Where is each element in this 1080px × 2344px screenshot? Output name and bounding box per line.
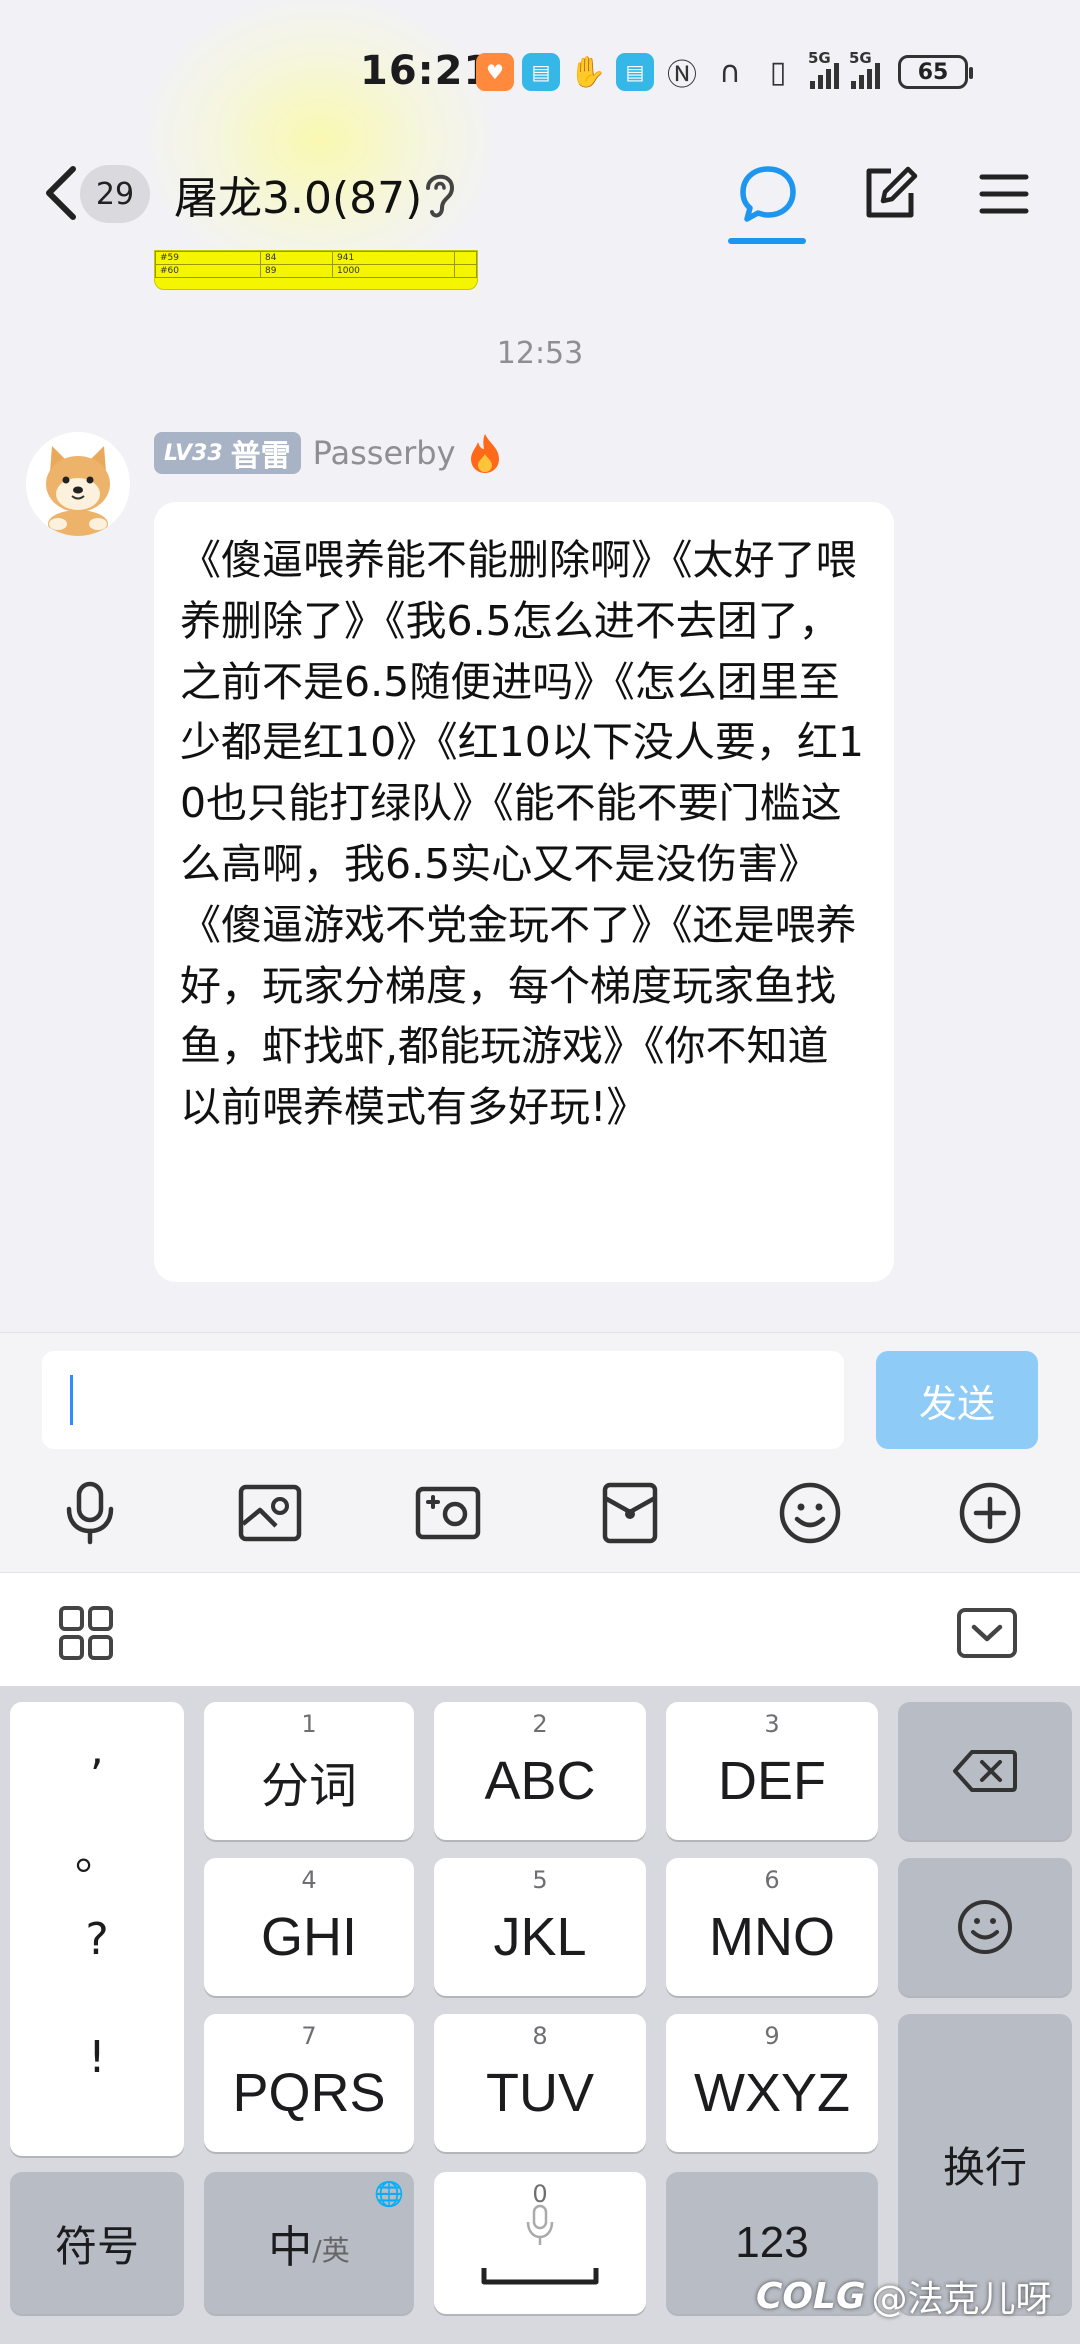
key-5[interactable]: 5 JKL bbox=[434, 1858, 646, 1996]
member-tag: 普雷 bbox=[230, 439, 291, 474]
level-badge: LV33 普雷 bbox=[154, 432, 301, 474]
smiley-icon bbox=[958, 1900, 1012, 1954]
status-bar: 16:21 ♥ ▤ ✋ ▤ Ⓝ ∩ ▯ 5G 5G 65 bbox=[0, 0, 1080, 280]
camera-button[interactable] bbox=[408, 1473, 488, 1553]
status-icons: ♥ ▤ ✋ ▤ Ⓝ ∩ ▯ 5G 5G 65 bbox=[476, 49, 973, 94]
voice-button[interactable] bbox=[50, 1473, 130, 1553]
headphones-icon: ∩ bbox=[719, 54, 741, 90]
message-bubble[interactable]: 《傻逼喂养能不能删除啊》《太好了喂养删除了》《我6.5怎么进不去团了，之前不是6… bbox=[154, 502, 894, 1282]
watermark-user: @法克儿呀 bbox=[871, 2279, 1052, 2320]
active-tab-indicator bbox=[728, 238, 806, 244]
punctuation-column[interactable]: , 。 ? ! bbox=[10, 1702, 184, 2156]
key-8[interactable]: 8 TUV bbox=[434, 2014, 646, 2152]
sender-name[interactable]: Passerby bbox=[313, 434, 456, 472]
battery-icon: 65 bbox=[898, 55, 973, 89]
enter-key[interactable]: 换行 bbox=[898, 2014, 1072, 2314]
table-row: #59 84 941 bbox=[155, 251, 477, 265]
red-packet-icon bbox=[602, 1482, 658, 1544]
status-time: 16:21 bbox=[360, 48, 493, 94]
image-message-snippet[interactable]: #59 84 941 #60 89 1000 bbox=[154, 250, 478, 290]
fire-icon bbox=[470, 434, 499, 473]
sender-info: LV33 普雷 Passerby bbox=[154, 430, 502, 476]
edit-icon bbox=[866, 166, 918, 218]
punct-comma-key[interactable]: , bbox=[10, 1724, 184, 1775]
signal-1-icon: 5G bbox=[808, 49, 839, 89]
keyboard-toolbar bbox=[0, 1572, 1080, 1686]
image-icon bbox=[238, 1484, 302, 1542]
book-app-icon-2: ▤ bbox=[616, 53, 654, 91]
menu-button[interactable] bbox=[964, 154, 1044, 234]
microphone-icon bbox=[66, 1481, 114, 1545]
vibrate-icon: ▯ bbox=[769, 54, 787, 90]
emoji-button[interactable] bbox=[770, 1473, 850, 1553]
language-switch-key[interactable]: 🌐 中 /英 bbox=[204, 2172, 414, 2314]
table-row: #60 89 1000 bbox=[155, 264, 477, 278]
watermark: COLG @法克儿呀 bbox=[756, 2270, 1052, 2322]
more-button[interactable] bbox=[950, 1473, 1030, 1553]
shield-app-icon: ♥ bbox=[476, 53, 514, 91]
backspace-icon bbox=[953, 1750, 1017, 1792]
red-packet-button[interactable] bbox=[590, 1473, 670, 1553]
microphone-icon bbox=[526, 2204, 554, 2245]
group-title[interactable]: 屠龙3.0(87) bbox=[174, 162, 422, 226]
ear-icon[interactable] bbox=[420, 166, 460, 222]
key-9[interactable]: 9 WXYZ bbox=[666, 2014, 878, 2152]
message-text: 《傻逼喂养能不能删除啊》《太好了喂养删除了》《我6.5怎么进不去团了，之前不是6… bbox=[180, 536, 864, 1132]
globe-icon: 🌐 bbox=[374, 2180, 404, 2208]
chat-bubble-button[interactable] bbox=[728, 154, 808, 234]
text-cursor bbox=[70, 1375, 73, 1425]
spreadsheet-image: #59 84 941 #60 89 1000 bbox=[155, 251, 477, 278]
key-7[interactable]: 7 PQRS bbox=[204, 2014, 414, 2152]
message-timestamp: 12:53 bbox=[496, 336, 584, 371]
punct-question-key[interactable]: ? bbox=[10, 1914, 184, 1965]
key-4[interactable]: 4 GHI bbox=[204, 1858, 414, 1996]
plus-circle-icon bbox=[959, 1482, 1021, 1544]
level-text: LV33 bbox=[164, 440, 223, 466]
colg-logo: COLG bbox=[756, 2275, 866, 2317]
t9-keyboard: , 。 ? ! 1 分词 2 ABC 3 DEF 4 GHI 5 JKL 6 M… bbox=[0, 1686, 1080, 2344]
key-1[interactable]: 1 分词 bbox=[204, 1702, 414, 1840]
backspace-key[interactable] bbox=[898, 1702, 1072, 1840]
menu-icon bbox=[979, 174, 1029, 214]
edit-button[interactable] bbox=[850, 154, 930, 234]
camera-icon bbox=[415, 1486, 481, 1540]
emoji-key[interactable] bbox=[898, 1858, 1072, 1996]
chat-header: 29 屠龙3.0(87) bbox=[0, 140, 1080, 250]
signal-2-icon: 5G bbox=[849, 49, 880, 89]
photo-button[interactable] bbox=[230, 1473, 310, 1553]
hide-keyboard-icon[interactable] bbox=[956, 1607, 1018, 1659]
key-3[interactable]: 3 DEF bbox=[666, 1702, 878, 1840]
punct-exclaim-key[interactable]: ! bbox=[10, 2032, 184, 2083]
doge-avatar-image bbox=[26, 432, 130, 536]
unread-count-badge[interactable]: 29 bbox=[80, 165, 150, 223]
hand-icon: ✋ bbox=[569, 54, 607, 90]
send-button[interactable]: 发送 bbox=[876, 1351, 1038, 1449]
composer: 发送 bbox=[0, 1332, 1080, 1572]
symbols-key[interactable]: 符号 bbox=[10, 2172, 184, 2314]
chevron-left-icon bbox=[46, 166, 76, 220]
key-2[interactable]: 2 ABC bbox=[434, 1702, 646, 1840]
battery-level: 65 bbox=[917, 59, 949, 85]
keyboard-menu-grid-icon[interactable] bbox=[58, 1605, 114, 1661]
message-input[interactable] bbox=[42, 1351, 844, 1449]
punct-period-key[interactable]: 。 bbox=[10, 1818, 184, 1882]
key-6[interactable]: 6 MNO bbox=[666, 1858, 878, 1996]
smiley-icon bbox=[779, 1482, 841, 1544]
book-app-icon: ▤ bbox=[522, 53, 560, 91]
space-key[interactable]: 0 bbox=[434, 2172, 646, 2314]
space-bar-icon bbox=[481, 2268, 599, 2285]
nfc-icon: Ⓝ bbox=[667, 58, 697, 93]
avatar[interactable] bbox=[26, 432, 130, 536]
chat-bubble-icon bbox=[740, 166, 796, 222]
